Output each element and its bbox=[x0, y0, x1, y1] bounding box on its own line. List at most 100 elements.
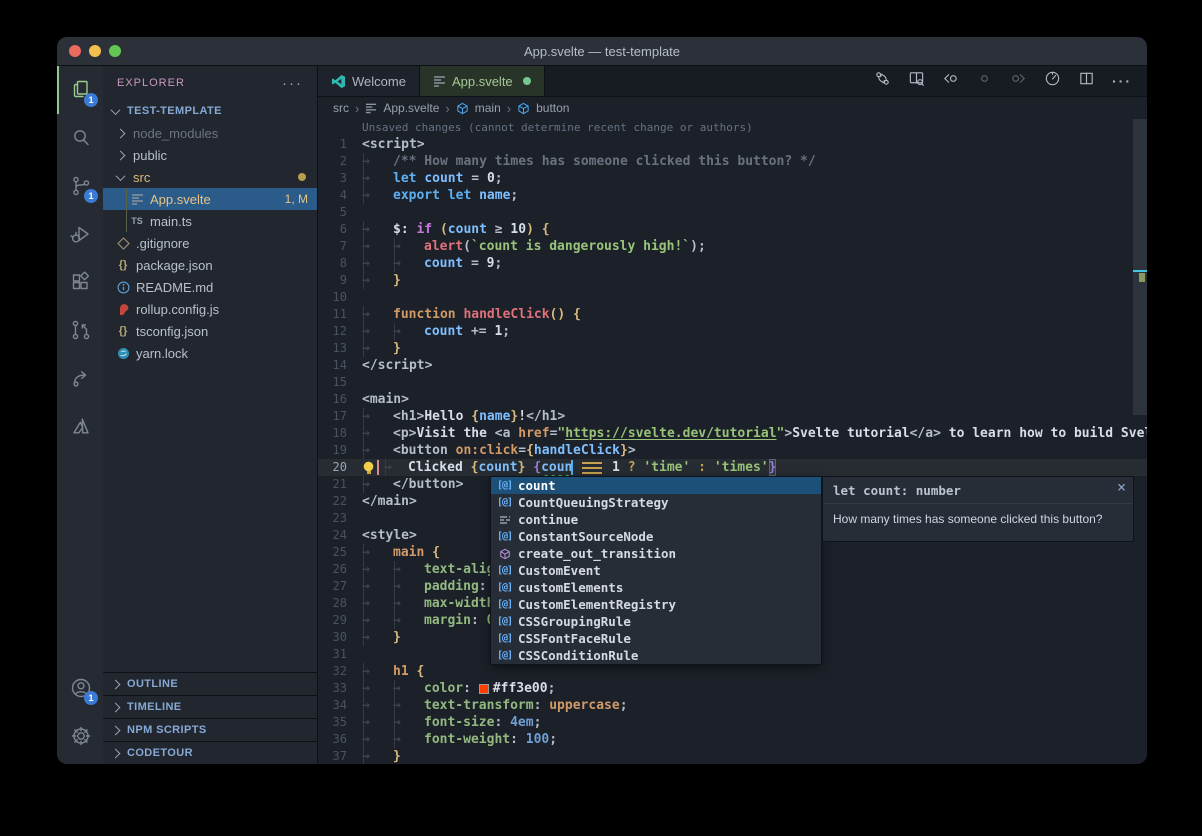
line-number[interactable]: 20 bbox=[318, 459, 362, 476]
suggest-item-customelementregistry[interactable]: [@]CustomElementRegistry bbox=[491, 596, 821, 613]
suggest-item-constantsourcenode[interactable]: [@]ConstantSourceNode bbox=[491, 528, 821, 545]
line-number[interactable]: 26 bbox=[318, 561, 362, 578]
line-number[interactable]: 22 bbox=[318, 493, 362, 510]
minimize-window-button[interactable] bbox=[89, 45, 101, 57]
code-line-35[interactable]: 35→→font-size: 4em; bbox=[318, 714, 1147, 731]
suggest-item-cssconditionrule[interactable]: [@]CSSConditionRule bbox=[491, 647, 821, 664]
line-number[interactable]: 1 bbox=[318, 136, 362, 153]
line-number[interactable]: 9 bbox=[318, 272, 362, 289]
more-actions-icon[interactable]: ··· bbox=[1112, 73, 1132, 89]
activity-azure[interactable] bbox=[57, 402, 103, 450]
code-line-37[interactable]: 37→} bbox=[318, 748, 1147, 764]
line-number[interactable]: 34 bbox=[318, 697, 362, 714]
code-line-18[interactable]: 18→<p>Visit the <a href="https://svelte.… bbox=[318, 425, 1147, 442]
line-number[interactable]: 28 bbox=[318, 595, 362, 612]
activity-github-pr[interactable] bbox=[57, 306, 103, 354]
line-number[interactable]: 37 bbox=[318, 748, 362, 764]
code-line-3[interactable]: 3→let count = 0; bbox=[318, 170, 1147, 187]
line-number[interactable]: 25 bbox=[318, 544, 362, 561]
navigate-forward-icon[interactable] bbox=[1010, 70, 1027, 92]
activity-source-control[interactable]: 1 bbox=[57, 162, 103, 210]
line-number[interactable]: 33 bbox=[318, 680, 362, 697]
breadcrumb-src[interactable]: src bbox=[333, 101, 349, 115]
code-line-36[interactable]: 36→→font-weight: 100; bbox=[318, 731, 1147, 748]
activity-search[interactable] bbox=[57, 114, 103, 162]
line-number[interactable]: 36 bbox=[318, 731, 362, 748]
close-window-button[interactable] bbox=[69, 45, 81, 57]
line-number[interactable]: 32 bbox=[318, 663, 362, 680]
line-number[interactable]: 3 bbox=[318, 170, 362, 187]
line-number[interactable]: 23 bbox=[318, 510, 362, 527]
line-number[interactable]: 12 bbox=[318, 323, 362, 340]
line-number[interactable]: 30 bbox=[318, 629, 362, 646]
code-line-19[interactable]: 19→<button on:click={handleClick}> bbox=[318, 442, 1147, 459]
tree-item-src[interactable]: src bbox=[103, 166, 317, 188]
code-line-20[interactable]: 20→Clicked {count} {coun 1 ? 'time' : 't… bbox=[318, 459, 1147, 476]
suggest-item-count[interactable]: [@]count bbox=[491, 477, 821, 494]
lightbulb-icon[interactable] bbox=[362, 461, 375, 475]
tree-item-package-json[interactable]: {}package.json bbox=[103, 254, 317, 276]
line-number[interactable]: 2 bbox=[318, 153, 362, 170]
tree-item-public[interactable]: public bbox=[103, 144, 317, 166]
section-timeline[interactable]: TIMELINE bbox=[103, 695, 317, 718]
code-line-2[interactable]: 2→/** How many times has someone clicked… bbox=[318, 153, 1147, 170]
code-line-33[interactable]: 33→→color: #ff3e00; bbox=[318, 680, 1147, 697]
line-number[interactable]: 10 bbox=[318, 289, 362, 306]
navigate-location-icon[interactable] bbox=[976, 70, 993, 92]
suggest-item-countqueuingstrategy[interactable]: [@]CountQueuingStrategy bbox=[491, 494, 821, 511]
suggest-item-cssfontfacerule[interactable]: [@]CSSFontFaceRule bbox=[491, 630, 821, 647]
code-line-15[interactable]: 15 bbox=[318, 374, 1147, 391]
close-icon[interactable]: × bbox=[1117, 479, 1126, 496]
scrollbar-thumb[interactable] bbox=[1133, 119, 1147, 415]
tab-welcome[interactable]: Welcome bbox=[318, 66, 420, 96]
breadcrumb-app-svelte[interactable]: App.svelte bbox=[383, 101, 439, 115]
dirty-indicator-dot[interactable] bbox=[523, 77, 531, 85]
line-number[interactable]: 4 bbox=[318, 187, 362, 204]
tree-item-app-svelte[interactable]: App.svelte1, M bbox=[103, 188, 317, 210]
activity-run-debug[interactable] bbox=[57, 210, 103, 258]
breadcrumb-button[interactable]: button bbox=[536, 101, 569, 115]
code-line-6[interactable]: 6→$: if (count ≥ 10) { bbox=[318, 221, 1147, 238]
line-number[interactable]: 24 bbox=[318, 527, 362, 544]
code-line-12[interactable]: 12→→count += 1; bbox=[318, 323, 1147, 340]
tree-item--gitignore[interactable]: .gitignore bbox=[103, 232, 317, 254]
code-line-11[interactable]: 11→function handleClick() { bbox=[318, 306, 1147, 323]
code-line-32[interactable]: 32→h1 { bbox=[318, 663, 1147, 680]
line-number[interactable]: 35 bbox=[318, 714, 362, 731]
code-line-13[interactable]: 13→} bbox=[318, 340, 1147, 357]
line-number[interactable]: 13 bbox=[318, 340, 362, 357]
maximize-window-button[interactable] bbox=[109, 45, 121, 57]
code-line-9[interactable]: 9→} bbox=[318, 272, 1147, 289]
code-line-16[interactable]: 16<main> bbox=[318, 391, 1147, 408]
tree-item-main-ts[interactable]: TSmain.ts bbox=[103, 210, 317, 232]
section-outline[interactable]: OUTLINE bbox=[103, 672, 317, 695]
tab-app-svelte[interactable]: App.svelte bbox=[420, 66, 545, 96]
activity-explorer[interactable]: 1 bbox=[57, 66, 103, 114]
code-line-1[interactable]: 1<script> bbox=[318, 136, 1147, 153]
open-preview-icon[interactable] bbox=[908, 70, 925, 92]
tree-item-readme-md[interactable]: README.md bbox=[103, 276, 317, 298]
line-number[interactable]: 21 bbox=[318, 476, 362, 493]
line-number[interactable]: 17 bbox=[318, 408, 362, 425]
activity-accounts[interactable]: 1 bbox=[57, 664, 103, 712]
line-number[interactable]: 31 bbox=[318, 646, 362, 663]
gitlens-compare-icon[interactable] bbox=[874, 70, 891, 92]
code-line-5[interactable]: 5 bbox=[318, 204, 1147, 221]
code-line-34[interactable]: 34→→text-transform: uppercase; bbox=[318, 697, 1147, 714]
line-number[interactable]: 8 bbox=[318, 255, 362, 272]
tree-item-node-modules[interactable]: node_modules bbox=[103, 122, 317, 144]
suggest-item-create_out_transition[interactable]: create_out_transition bbox=[491, 545, 821, 562]
line-number[interactable]: 18 bbox=[318, 425, 362, 442]
code-line-14[interactable]: 14</script> bbox=[318, 357, 1147, 374]
line-number[interactable]: 6 bbox=[318, 221, 362, 238]
activity-codetour[interactable] bbox=[57, 354, 103, 402]
line-number[interactable]: 29 bbox=[318, 612, 362, 629]
line-number[interactable]: 15 bbox=[318, 374, 362, 391]
code-line-4[interactable]: 4→export let name; bbox=[318, 187, 1147, 204]
navigate-back-icon[interactable] bbox=[942, 70, 959, 92]
code-line-7[interactable]: 7→→alert(`count is dangerously high!`); bbox=[318, 238, 1147, 255]
more-actions-icon[interactable]: ··· bbox=[282, 75, 303, 92]
suggest-item-customevent[interactable]: [@]CustomEvent bbox=[491, 562, 821, 579]
tree-root-test-template[interactable]: TEST-TEMPLATE bbox=[103, 100, 317, 122]
section-npm-scripts[interactable]: NPM SCRIPTS bbox=[103, 718, 317, 741]
